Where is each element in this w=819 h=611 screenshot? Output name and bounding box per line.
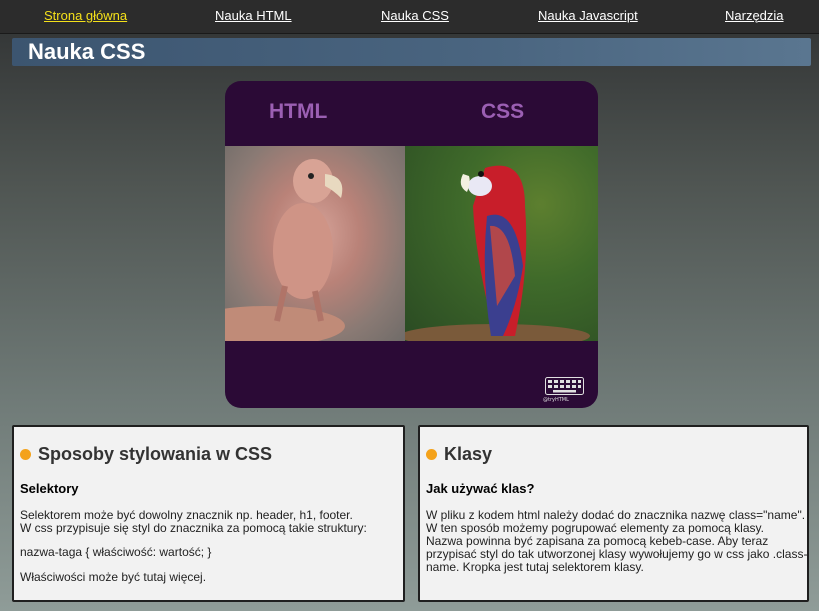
paragraph-line: Nazwa powinna być zapisana za pomocą keb… xyxy=(426,534,808,574)
plucked-parrot-photo xyxy=(225,146,405,341)
paragraph-line: W pliku z kodem html należy dodać do zna… xyxy=(426,508,806,522)
image-credit: @tryHTML xyxy=(543,397,569,403)
paragraph-line: Selektorem może być dowolny znacznik np.… xyxy=(20,508,353,522)
hero-label-html: HTML xyxy=(269,100,328,123)
colorful-parrot-photo xyxy=(405,146,598,341)
card-heading: Klasy xyxy=(444,444,493,464)
code-example: nazwa-taga { właściwość: wartość; } xyxy=(20,545,212,559)
hero-image: HTML CSS @tryHTML xyxy=(225,81,598,408)
page-title-bar: Nauka CSS xyxy=(12,38,811,66)
bullet-dot-icon xyxy=(20,449,31,460)
nav-link-home[interactable]: Strona główna xyxy=(44,8,127,23)
keyboard-icon xyxy=(545,377,584,395)
nav-link-tools[interactable]: Narzędzia xyxy=(725,8,784,23)
paragraph-line: W ten sposób możemy pogrupować elementy … xyxy=(426,521,764,535)
card-classes: Klasy Jak używać klas? W pliku z kodem h… xyxy=(418,425,809,602)
card-paragraph: W pliku z kodem html należy dodać do zna… xyxy=(426,509,808,574)
card-paragraph: Właściwości może być tutaj więcej. xyxy=(20,570,207,584)
page-title: Nauka CSS xyxy=(28,39,146,64)
card-heading: Sposoby stylowania w CSS xyxy=(38,444,273,464)
card-paragraph: Selektorem może być dowolny znacznik np.… xyxy=(20,509,400,535)
nav-link-javascript[interactable]: Nauka Javascript xyxy=(538,8,638,23)
paragraph-line: W css przypisuje się styl do znacznika z… xyxy=(20,521,367,535)
nav-link-html[interactable]: Nauka HTML xyxy=(215,8,292,23)
top-navigation: Strona główna Nauka HTML Nauka CSS Nauka… xyxy=(0,0,819,34)
nav-link-css[interactable]: Nauka CSS xyxy=(381,8,449,23)
card-styling-methods: Sposoby stylowania w CSS Selektory Selek… xyxy=(12,425,405,602)
bullet-dot-icon xyxy=(426,449,437,460)
card-subheading: Jak używać klas? xyxy=(426,481,535,496)
card-subheading: Selektory xyxy=(20,481,79,496)
hero-label-css: CSS xyxy=(481,100,525,123)
